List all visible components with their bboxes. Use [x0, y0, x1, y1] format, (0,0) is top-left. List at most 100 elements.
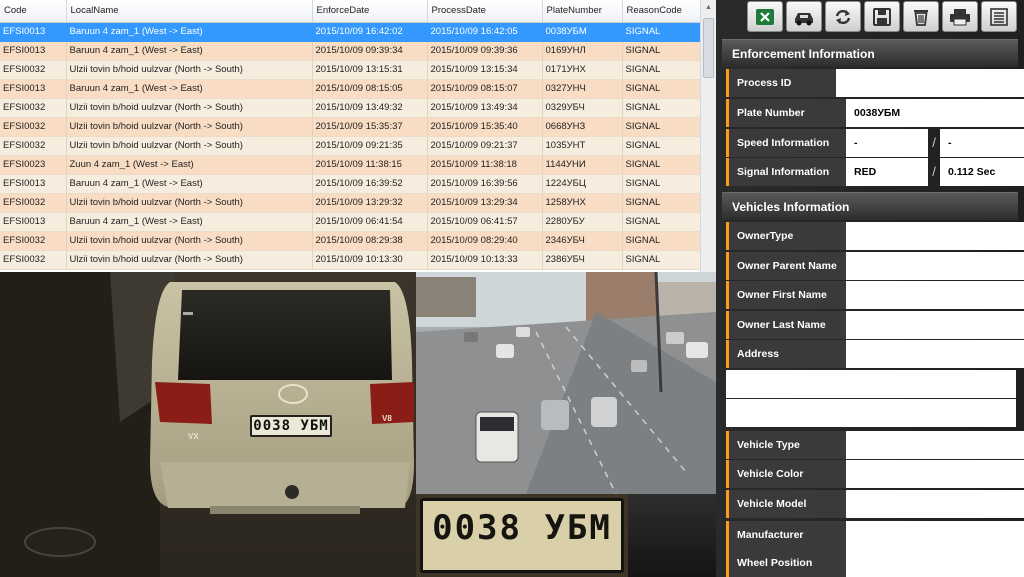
address-field[interactable] — [846, 340, 1024, 368]
vehicle-color-field[interactable] — [846, 460, 1024, 488]
details-panel: Enforcement Information Process ID Plate… — [716, 0, 1024, 577]
cell-code: EFSI0013 — [0, 22, 67, 42]
table-row[interactable]: EFSI0013 Baruun 4 zam_1 (West -> East) 201… — [0, 174, 701, 194]
cell-reasoncode: SIGNAL — [622, 98, 701, 118]
column-header-processdate[interactable]: ProcessDate — [427, 0, 543, 23]
vehicle-rear-photo-graphic — [0, 272, 416, 577]
column-header-enforcedate[interactable]: EnforceDate — [312, 0, 428, 23]
speed-limit-field[interactable]: - — [940, 129, 1024, 157]
table-row[interactable]: EFSI0023 Zuun 4 zam_1 (West -> East) 2015/… — [0, 155, 701, 175]
records-grid[interactable]: Code LocalName EnforceDate ProcessDate P… — [0, 0, 716, 272]
cell-reasoncode: SIGNAL — [622, 60, 701, 80]
cell-localname: Baruun 4 zam_1 (West -> East) — [66, 79, 313, 99]
cell-localname: Ulzii tovin b/hoid uulzvar (North -> Sou… — [66, 60, 313, 80]
vehicle-license-plate: 0038 УБМ — [250, 415, 332, 437]
table-row[interactable]: EFSI0032 Ulzii tovin b/hoid uulzvar (Nort… — [0, 136, 701, 156]
column-header-code[interactable]: Code — [0, 0, 67, 23]
owner-last-row: Owner Last Name — [726, 311, 1024, 339]
manufacturer-field[interactable] — [846, 521, 1024, 549]
vehicle-type-row: Vehicle Type — [726, 431, 1024, 459]
cell-processdate: 2015/10/09 10:13:33 — [427, 250, 543, 270]
cell-platenumber: 1035УНТ — [542, 136, 623, 156]
cell-platenumber: 0171УНХ — [542, 60, 623, 80]
cell-processdate: 2015/10/09 15:35:40 — [427, 117, 543, 137]
table-row[interactable]: EFSI0032 Ulzii tovin b/hoid uulzvar (Nort… — [0, 250, 701, 270]
cell-localname: Baruun 4 zam_1 (West -> East) — [66, 174, 313, 194]
manufacturer-label: Manufacturer — [726, 521, 846, 549]
cell-processdate: 2015/10/09 09:39:36 — [427, 41, 543, 61]
table-row[interactable]: EFSI0032 Ulzii tovin b/hoid uulzvar (Nort… — [0, 231, 701, 251]
table-row[interactable]: EFSI0013 Baruun 4 zam_1 (West -> East) 201… — [0, 79, 701, 99]
cell-localname: Ulzii tovin b/hoid uulzvar (North -> Sou… — [66, 250, 313, 270]
wheel-position-field[interactable] — [846, 549, 1024, 577]
scroll-up-icon[interactable]: ▲ — [701, 0, 716, 16]
intersection-camera-graphic — [416, 272, 716, 494]
save-button[interactable] — [864, 1, 900, 32]
cell-enforcedate: 2015/10/09 09:21:35 — [312, 136, 428, 156]
cell-localname: Ulzii tovin b/hoid uulzvar (North -> Sou… — [66, 193, 313, 213]
cell-platenumber: 0327УНЧ — [542, 79, 623, 99]
cell-reasoncode: SIGNAL — [622, 41, 701, 61]
vehicle-type-label: Vehicle Type — [726, 431, 846, 459]
records-table: Code LocalName EnforceDate ProcessDate P… — [0, 0, 701, 270]
signal-time-field[interactable]: 0.112 Sec — [940, 158, 1024, 186]
owner-type-field[interactable] — [846, 222, 1024, 250]
cell-processdate: 2015/10/09 13:15:34 — [427, 60, 543, 80]
cell-enforcedate: 2015/10/09 10:13:30 — [312, 250, 428, 270]
address-line-2-field[interactable] — [726, 370, 1016, 398]
vehicle-button[interactable] — [786, 1, 822, 32]
list-icon — [990, 7, 1008, 26]
refresh-button[interactable] — [825, 1, 861, 32]
cell-platenumber: 0329УБЧ — [542, 98, 623, 118]
vehicle-model-label: Vehicle Model — [726, 490, 846, 518]
owner-last-field[interactable] — [846, 311, 1024, 339]
cell-platenumber: 0038УБМ — [542, 22, 623, 42]
cell-reasoncode: SIGNAL — [622, 155, 701, 175]
owner-last-label: Owner Last Name — [726, 311, 846, 339]
process-id-row: Process ID — [726, 69, 1024, 97]
column-header-localname[interactable]: LocalName — [66, 0, 313, 23]
vehicle-badge-left: VX — [188, 432, 199, 441]
table-row[interactable]: EFSI0032 Ulzii tovin b/hoid uulzvar (Nort… — [0, 193, 701, 213]
table-row[interactable]: EFSI0013 Baruun 4 zam_1 (West -> East) 201… — [0, 212, 701, 232]
owner-parent-field[interactable] — [846, 252, 1024, 280]
table-row[interactable]: EFSI0013 Baruun 4 zam_1 (West -> East) 201… — [0, 22, 701, 42]
cell-code: EFSI0013 — [0, 174, 67, 194]
table-row[interactable]: EFSI0032 Ulzii tovin b/hoid uulzvar (Nort… — [0, 60, 701, 80]
cell-reasoncode: SIGNAL — [622, 174, 701, 194]
cell-enforcedate: 2015/10/09 11:38:15 — [312, 155, 428, 175]
table-row[interactable]: EFSI0032 Ulzii tovin b/hoid uulzvar (Nort… — [0, 98, 701, 118]
table-row[interactable]: EFSI0013 Baruun 4 zam_1 (West -> East) 201… — [0, 41, 701, 61]
cell-processdate: 2015/10/09 06:41:57 — [427, 212, 543, 232]
print-button[interactable] — [942, 1, 978, 32]
signal-value-field[interactable]: RED — [846, 158, 928, 186]
scroll-thumb[interactable] — [703, 18, 714, 78]
cell-processdate: 2015/10/09 08:15:07 — [427, 79, 543, 99]
process-id-field[interactable] — [836, 69, 1024, 97]
cell-enforcedate: 2015/10/09 06:41:54 — [312, 212, 428, 232]
vehicle-model-field[interactable] — [846, 490, 1024, 518]
trash-icon — [914, 9, 928, 26]
table-header-row: Code LocalName EnforceDate ProcessDate P… — [0, 0, 701, 23]
cell-code: EFSI0032 — [0, 60, 67, 80]
cell-reasoncode: SIGNAL — [622, 22, 701, 42]
column-header-reasoncode[interactable]: ReasonCode — [622, 0, 701, 23]
cell-platenumber: 2346УБЧ — [542, 231, 623, 251]
save-icon — [873, 7, 891, 26]
table-row[interactable]: EFSI0032 Ulzii tovin b/hoid uulzvar (Nort… — [0, 117, 701, 137]
plate-number-field[interactable]: 0038УБМ — [846, 99, 1024, 127]
plate-number-row: Plate Number 0038УБМ — [726, 99, 1024, 127]
speed-value-field[interactable]: - — [846, 129, 928, 157]
column-header-platenumber[interactable]: PlateNumber — [542, 0, 623, 23]
plate-number-label: Plate Number — [726, 99, 846, 127]
cell-enforcedate: 2015/10/09 08:15:05 — [312, 79, 428, 99]
vertical-scrollbar[interactable]: ▲ — [700, 0, 716, 272]
delete-button[interactable] — [903, 1, 939, 32]
cell-platenumber: 2280УБУ — [542, 212, 623, 232]
vehicle-type-field[interactable] — [846, 431, 1024, 459]
owner-first-field[interactable] — [846, 281, 1024, 309]
export-excel-button[interactable] — [747, 1, 783, 32]
address-line-3-field[interactable] — [726, 399, 1016, 427]
list-button[interactable] — [981, 1, 1017, 32]
plate-crop-text: 0038 УБМ — [432, 508, 612, 548]
